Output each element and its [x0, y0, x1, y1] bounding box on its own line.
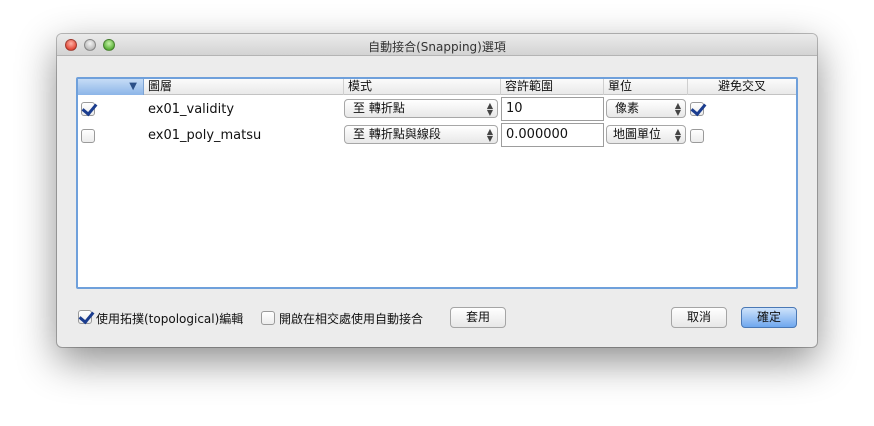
updown-arrows-icon: ▲ ▼: [486, 101, 493, 117]
avoid-intersections-checkbox[interactable]: [690, 129, 704, 143]
table-header: ▼ 圖層 模式 容許範圍 單位 避免交叉: [78, 79, 796, 95]
snap-on-intersection-checkbox[interactable]: [261, 311, 275, 325]
column-header-avoid-intersections[interactable]: 避免交叉: [688, 79, 796, 95]
table-row: ex01_poly_matsu 至 轉折點與線段 ▲ ▼ 0.000000 地圖單…: [78, 122, 796, 148]
topological-editing-checkbox[interactable]: [78, 310, 92, 324]
column-header-unit[interactable]: 單位: [604, 79, 688, 95]
layer-enabled-checkbox[interactable]: [81, 102, 95, 116]
mode-popup[interactable]: 至 轉折點 ▲ ▼: [344, 99, 498, 118]
layer-name: ex01_validity: [148, 102, 235, 117]
snapping-layers-table: ▼ 圖層 模式 容許範圍 單位 避免交叉 ex01_validity 至 轉折點…: [76, 77, 798, 289]
column-header-enabled[interactable]: ▼: [78, 79, 144, 95]
window-title: 自動接合(Snapping)選項: [368, 40, 506, 54]
mode-popup[interactable]: 至 轉折點與線段 ▲ ▼: [344, 125, 498, 144]
tolerance-input[interactable]: 0.000000: [501, 123, 604, 147]
mode-value: 至 轉折點: [353, 101, 405, 115]
title-bar[interactable]: 自動接合(Snapping)選項: [57, 34, 817, 56]
sort-arrow-icon: ▼: [129, 81, 137, 92]
topological-editing-label[interactable]: 使用拓撲(topological)編輯: [96, 310, 243, 327]
updown-arrows-icon: ▲ ▼: [674, 101, 681, 117]
column-header-layer[interactable]: 圖層: [144, 79, 344, 95]
avoid-intersections-checkbox[interactable]: [690, 102, 704, 116]
table-row: ex01_validity 至 轉折點 ▲ ▼ 10 像素 ▲ ▼: [78, 96, 796, 122]
snapping-options-dialog: 自動接合(Snapping)選項 ▼ 圖層 模式 容許範圍 單位 避免交叉 ex…: [57, 34, 817, 347]
unit-value: 地圖單位: [613, 127, 662, 141]
mode-value: 至 轉折點與線段: [353, 127, 441, 141]
layer-enabled-checkbox[interactable]: [81, 129, 95, 143]
unit-popup[interactable]: 地圖單位 ▲ ▼: [606, 125, 686, 144]
cancel-button[interactable]: 取消: [671, 307, 727, 328]
unit-popup[interactable]: 像素 ▲ ▼: [606, 99, 686, 118]
apply-button[interactable]: 套用: [450, 307, 506, 328]
column-header-mode[interactable]: 模式: [344, 79, 501, 95]
column-header-tolerance[interactable]: 容許範圍: [501, 79, 604, 95]
updown-arrows-icon: ▲ ▼: [674, 127, 681, 143]
tolerance-input[interactable]: 10: [501, 97, 604, 121]
snap-on-intersection-label[interactable]: 開啟在相交處使用自動接合: [279, 310, 423, 327]
layer-name: ex01_poly_matsu: [148, 128, 262, 143]
ok-button[interactable]: 確定: [741, 307, 797, 328]
updown-arrows-icon: ▲ ▼: [486, 127, 493, 143]
unit-value: 像素: [615, 101, 640, 115]
